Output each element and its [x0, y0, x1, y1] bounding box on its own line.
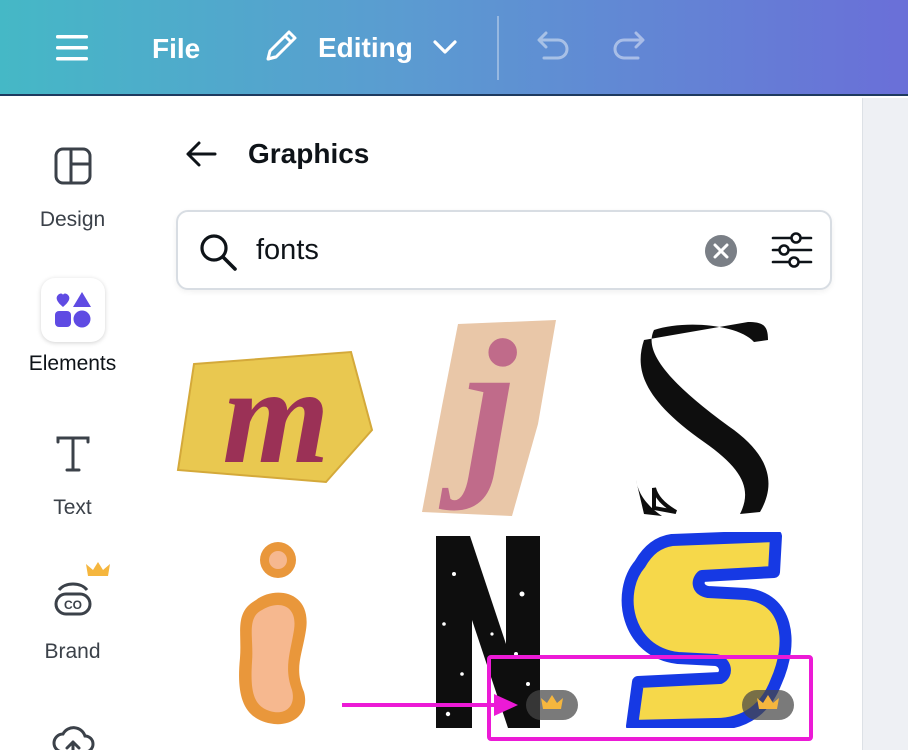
svg-text:m: m [222, 350, 329, 486]
undo-icon[interactable] [528, 28, 570, 68]
sidebar-item-brand[interactable]: CO Brand [0, 562, 145, 664]
graphic-letter-m[interactable]: m [176, 339, 376, 492]
editing-label: Editing [318, 32, 413, 63]
graphic-letter-j[interactable]: j [420, 302, 560, 516]
sidebar-item-label: Brand [44, 640, 101, 663]
text-icon [41, 422, 105, 486]
side-rail: Design Elements Text CO Brand [0, 98, 145, 750]
search-bar [176, 210, 832, 290]
graphic-letter-i[interactable] [234, 538, 334, 728]
upload-icon [41, 710, 105, 750]
back-arrow-icon[interactable] [180, 134, 222, 174]
search-input[interactable] [256, 228, 696, 272]
graphic-letter-s-black[interactable] [624, 320, 784, 516]
graphic-tile-partial[interactable] [608, 290, 808, 300]
file-menu[interactable]: File [152, 30, 200, 68]
annotation-highlight-box [487, 655, 813, 741]
sidebar-item-text[interactable]: Text [0, 422, 145, 520]
layout-icon [41, 134, 105, 198]
chevron-down-icon [431, 32, 459, 64]
sidebar-item-uploads[interactable] [0, 710, 145, 750]
pencil-icon [262, 25, 300, 72]
brand-icon: CO [41, 562, 110, 630]
sidebar-item-label: Design [39, 208, 106, 231]
graphic-tile-partial[interactable] [190, 290, 320, 300]
graphic-tile-partial[interactable] [440, 290, 540, 300]
sidebar-item-label: Text [53, 496, 92, 519]
shapes-icon [40, 278, 105, 342]
toolbar-divider [497, 16, 499, 80]
top-bar: File Editing [0, 0, 908, 96]
panel-title: Graphics [248, 138, 370, 169]
svg-text:CO: CO [64, 598, 82, 612]
sidebar-item-elements[interactable]: Elements [0, 278, 145, 376]
annotation-arrow [340, 690, 522, 725]
crown-icon [85, 560, 111, 585]
search-icon [198, 232, 238, 277]
filter-icon[interactable] [770, 230, 814, 270]
clear-icon[interactable] [704, 234, 738, 268]
redo-icon[interactable] [612, 28, 654, 68]
editing-mode-dropdown[interactable]: Editing [262, 22, 459, 74]
canvas-edge [862, 98, 908, 750]
sidebar-item-label: Elements [28, 352, 117, 375]
hamburger-icon[interactable] [52, 28, 92, 68]
sidebar-item-design[interactable]: Design [0, 134, 145, 232]
